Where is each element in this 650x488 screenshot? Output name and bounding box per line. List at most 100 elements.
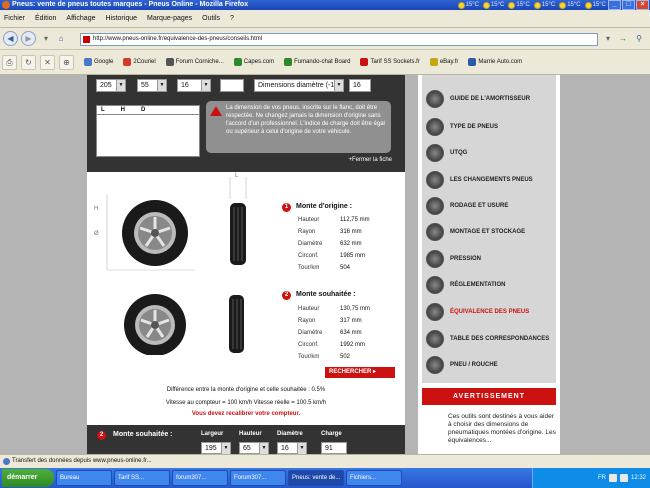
taskbar-item[interactable]: forum307... [172, 470, 228, 486]
ratio-select[interactable]: 55 ▼ [137, 79, 167, 92]
menu-file[interactable]: Fichier [4, 15, 25, 22]
taskbar-item[interactable]: Tarif SS... [114, 470, 170, 486]
warning-icon [210, 106, 222, 116]
search-icon[interactable]: ⚲ [633, 33, 645, 46]
desired-size-bar: 2 Monte souhaitée : Largeur Hauteur Diam… [87, 425, 405, 454]
col-width: L [101, 107, 105, 113]
sidebar-item-pressure[interactable]: PRESSION [426, 249, 481, 269]
weather-item[interactable]: 15°C [457, 0, 479, 10]
extra-input[interactable] [220, 79, 244, 92]
forward-button[interactable]: ▶ [21, 31, 36, 46]
sidebar-item-shock[interactable]: GUIDE DE L'AMORTISSEUR [426, 89, 530, 109]
menu-tools[interactable]: Outils [202, 15, 220, 22]
status-bar: Transfert des données depuis www.pneus-o… [0, 454, 650, 468]
origin-row: Hauteur 112,75 mm [298, 217, 370, 223]
desired-title: Monte souhaitée : [296, 291, 356, 298]
maximize-button[interactable]: □ [622, 0, 635, 10]
menu-history[interactable]: Historique [105, 15, 137, 22]
close-button[interactable]: × [636, 0, 649, 10]
col-diameter: D [141, 107, 146, 113]
origin-row: Circonf. 1985 mm [298, 253, 366, 259]
sidebar-item-touch[interactable]: PNEU / ROUCHE [426, 355, 498, 375]
weather-item[interactable]: 15°C [482, 0, 504, 10]
bookmark-item[interactable]: Marrie Auto.com [468, 58, 522, 66]
bookmark-item[interactable]: eBay.fr [429, 58, 458, 66]
hauteur-select[interactable]: 65 ▼ [239, 442, 269, 454]
warning-body: Ces outils sont destinés à vous aider à … [448, 413, 556, 444]
sun-icon [559, 1, 567, 9]
bookmark-icon [284, 58, 293, 66]
bookmark-item[interactable]: Google [84, 58, 113, 66]
sun-icon [508, 1, 516, 9]
taskbar-item[interactable]: Fichiers... [346, 470, 402, 486]
rim-select[interactable]: 16 ▼ [177, 79, 211, 92]
sidebar-item-changes[interactable]: LES CHANGEMENTS PNEUS [426, 170, 533, 190]
bookmark-item[interactable]: Forum Corniche... [165, 58, 224, 66]
diameter-label: Ø [94, 231, 99, 237]
taskbar-item[interactable]: Bureau [56, 470, 112, 486]
sidebar-item-utqg[interactable]: UTQG [426, 143, 467, 163]
back-button[interactable]: ◀ [3, 31, 18, 46]
width-select[interactable]: 205 ▼ [96, 79, 126, 92]
weather-item[interactable]: 15°C [559, 0, 581, 10]
print-icon[interactable]: ⎙ [2, 54, 17, 70]
desired-row: Diamètre 634 mm [298, 330, 362, 336]
bookmark-item[interactable]: Capes.com [233, 58, 274, 66]
main-content: 205 ▼ 55 ▼ 16 ▼ Dimensions diamètre (-1) ▼ 1… [87, 75, 405, 454]
sidebar-item-regulation[interactable]: RÉGLEMENTATION [426, 275, 505, 295]
language-indicator[interactable]: FR [598, 475, 606, 481]
close-panel-link[interactable]: +Fermer la fiche [348, 157, 392, 163]
largeur-select[interactable]: 195 ▼ [201, 442, 231, 454]
zoom-icon[interactable]: ⊕ [59, 54, 74, 70]
minimize-button[interactable]: _ [608, 0, 621, 10]
site-favicon-icon [83, 36, 90, 43]
url-dropdown-icon[interactable]: ▾ [602, 33, 614, 46]
bookmarks-toolbar: ⎙ ↻ ✕ ⊕ Google 2Couriel Forum Corniche..… [0, 50, 650, 75]
sidebar-item-table[interactable]: TABLE DES CORRESPONDANCES [426, 329, 549, 349]
sidebar-item-wear[interactable]: RODAGE ET USURE [426, 196, 508, 216]
menu-help[interactable]: ? [230, 15, 234, 22]
desired-row: Hauteur 130,75 mm [298, 306, 371, 312]
taskbar-item-active[interactable]: Pneus: vente de... [288, 470, 344, 486]
bookmark-item[interactable]: Fumando-chat Board [284, 58, 350, 66]
charge-select[interactable]: 91 [321, 442, 347, 454]
go-icon[interactable]: → [617, 33, 629, 46]
status-text: Transfert des données depuis www.pneus-o… [12, 458, 152, 464]
weather-item[interactable]: 15°C [508, 0, 530, 10]
bookmark-icon [84, 58, 92, 66]
diametre-select[interactable]: 16 ▼ [277, 442, 307, 454]
tire-side-view-2 [124, 294, 186, 355]
taskbar-item[interactable]: Forum307... [230, 470, 286, 486]
tire-type-icon [426, 118, 444, 136]
col-largeur: Largeur [201, 431, 224, 437]
question-icon [426, 171, 444, 189]
stop-icon[interactable]: ✕ [40, 54, 55, 70]
bookmark-item[interactable]: Tarif SS Sockets.fr [360, 58, 420, 66]
bookmark-item[interactable]: 2Couriel [123, 58, 156, 66]
origin-row: Tour/km 504 [298, 265, 351, 271]
step-1-badge: 1 [282, 203, 291, 212]
diameter-select[interactable]: Dimensions diamètre (-1) ▼ [254, 79, 344, 92]
dropdown-arrow-icon[interactable]: ▾ [40, 33, 52, 46]
start-button[interactable]: démarrer [2, 469, 54, 487]
sidebar-item-mounting[interactable]: MONTAGE ET STOCKAGE [426, 222, 525, 242]
diameter-value[interactable]: 16 [349, 79, 371, 92]
url-text: http://www.pneus-online.fr/equivalence-d… [93, 36, 263, 42]
weather-item[interactable]: 15°C [533, 0, 555, 10]
clock: 12:32 [630, 475, 646, 481]
tire-side-view-1 [106, 195, 195, 271]
sidebar-item-tire-types[interactable]: TYPE DE PNEUS [426, 117, 498, 137]
tire-front-view-1 [229, 177, 247, 265]
sidebar-item-equivalence[interactable]: ÉQUIVALENCE DES PNEUS [426, 302, 529, 322]
weather-item[interactable]: 15°C [584, 0, 606, 10]
url-bar[interactable]: http://www.pneus-online.fr/equivalence-d… [80, 33, 598, 46]
search-button[interactable]: RECHERCHER ▸ [325, 367, 395, 378]
menu-edit[interactable]: Édition [35, 15, 56, 22]
menu-bookmarks[interactable]: Marque-pages [147, 15, 192, 22]
home-icon[interactable]: ⌂ [55, 33, 67, 46]
network-icon[interactable] [608, 474, 617, 482]
chevron-down-icon: ▼ [201, 80, 210, 91]
menu-view[interactable]: Affichage [66, 15, 95, 22]
volume-icon[interactable] [619, 474, 628, 482]
reload-icon[interactable]: ↻ [21, 54, 36, 70]
